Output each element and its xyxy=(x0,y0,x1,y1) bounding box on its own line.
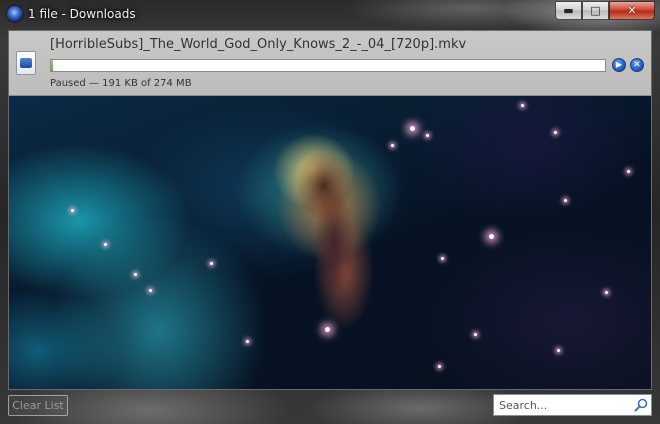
downloads-window: 1 file - Downloads ▬ □ ✕ [HorribleSubs]_… xyxy=(0,0,660,424)
maximize-button[interactable]: □ xyxy=(582,1,609,20)
window-title: 1 file - Downloads xyxy=(28,7,136,21)
star xyxy=(391,144,394,147)
caption-buttons: ▬ □ ✕ xyxy=(555,1,655,20)
star xyxy=(410,126,415,131)
star xyxy=(474,333,477,336)
star xyxy=(104,243,107,246)
star xyxy=(627,170,630,173)
star xyxy=(438,365,441,368)
play-icon: ▶ xyxy=(615,60,623,69)
star xyxy=(441,257,444,260)
download-list[interactable]: [HorribleSubs]_The_World_God_Only_Knows_… xyxy=(8,30,652,390)
search-icon[interactable] xyxy=(634,398,648,412)
download-progress-bar xyxy=(50,59,606,72)
star xyxy=(149,289,152,292)
cancel-button[interactable]: ✕ xyxy=(630,58,644,72)
star xyxy=(210,262,213,265)
close-button[interactable]: ✕ xyxy=(609,1,655,20)
star xyxy=(134,273,137,276)
video-file-icon xyxy=(16,51,36,75)
star xyxy=(564,199,567,202)
resume-button[interactable]: ▶ xyxy=(612,58,626,72)
download-status: Paused — 191 KB of 274 MB xyxy=(50,78,192,89)
star xyxy=(246,340,249,343)
star xyxy=(325,327,330,332)
star xyxy=(554,131,557,134)
star xyxy=(426,134,429,137)
search-input[interactable] xyxy=(494,395,630,415)
download-file-name: [HorribleSubs]_The_World_God_Only_Knows_… xyxy=(50,37,467,52)
star xyxy=(605,291,608,294)
nebula-pillar-core xyxy=(279,141,369,291)
clear-list-button[interactable]: Clear List xyxy=(8,395,68,416)
title-bar[interactable]: 1 file - Downloads ▬ □ ✕ xyxy=(0,0,660,30)
minimize-button[interactable]: ▬ xyxy=(555,1,582,20)
star xyxy=(71,209,74,212)
download-item-selected[interactable]: [HorribleSubs]_The_World_God_Only_Knows_… xyxy=(9,31,651,96)
cancel-icon: ✕ xyxy=(633,60,641,70)
star xyxy=(521,104,524,107)
star xyxy=(489,234,494,239)
download-progress-fill xyxy=(51,60,53,71)
firefox-app-icon[interactable] xyxy=(7,6,23,22)
star xyxy=(557,349,560,352)
search-box[interactable] xyxy=(493,394,652,416)
